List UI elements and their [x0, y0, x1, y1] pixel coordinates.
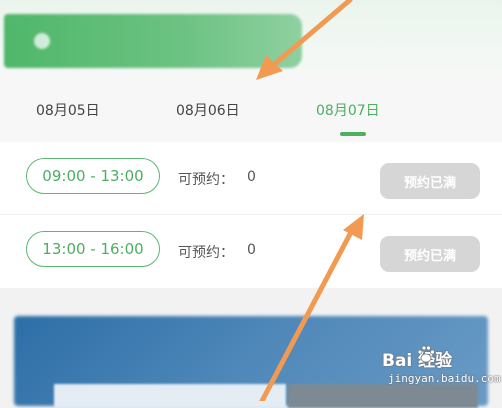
baidu-jingyan-watermark: Bai 经验 jingyan.baidu.com [382, 345, 501, 396]
watermark-url: jingyan.baidu.com [388, 372, 501, 385]
annotation-arrow-icon [256, 0, 364, 401]
baidu-paw-icon [417, 345, 435, 363]
